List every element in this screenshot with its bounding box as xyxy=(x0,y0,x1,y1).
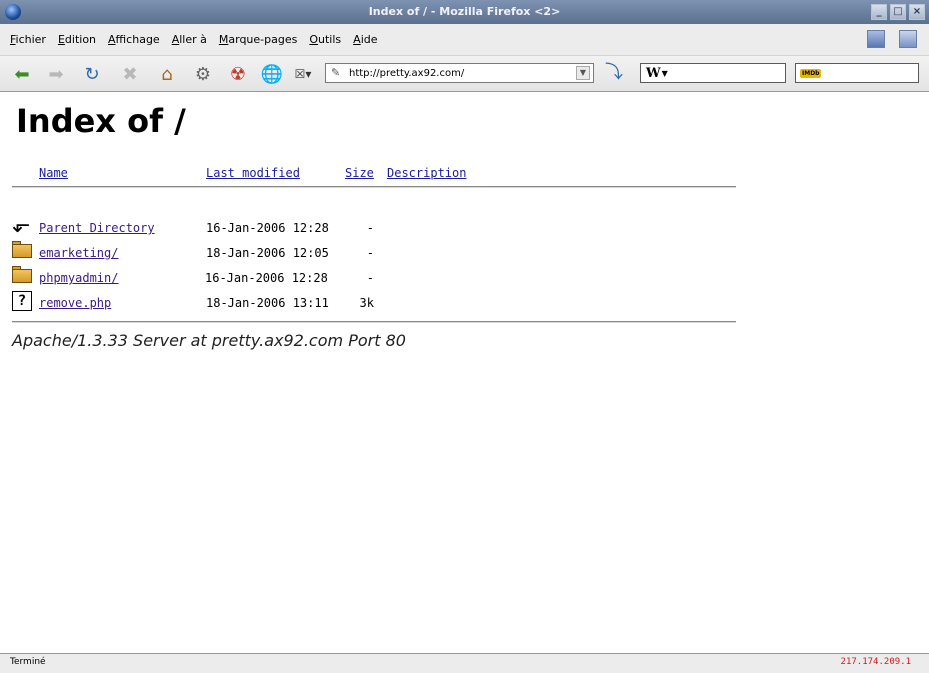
menu-aller-a[interactable]: Aller à xyxy=(166,33,213,46)
file-size: 3k xyxy=(359,296,374,310)
window-title: Index of / - Mozilla Firefox <2> xyxy=(368,5,561,18)
page-icon: ✎ xyxy=(331,66,341,79)
header-divider xyxy=(12,186,736,188)
folder-icon xyxy=(12,266,32,286)
imdb-logo: IMDb xyxy=(800,68,822,78)
imdb-search-bar[interactable]: IMDb xyxy=(795,63,919,83)
server-signature: Apache/1.3.33 Server at pretty.ax92.com … xyxy=(12,331,406,350)
firefox-globe-icon[interactable] xyxy=(5,4,21,20)
cancel-dropdown-icon[interactable]: ☒▾ xyxy=(290,63,316,85)
url-input[interactable]: http://pretty.ax92.com/ xyxy=(349,68,576,79)
file-size: - xyxy=(366,246,374,260)
list-item: emarketing/ 18-Jan-2006 12:05 - xyxy=(0,241,736,267)
back-arrow-icon: ⬐ xyxy=(12,213,31,238)
stop-icon[interactable]: ✖ xyxy=(118,63,142,85)
file-modified: 18-Jan-2006 13:11 xyxy=(206,296,329,310)
footer-divider xyxy=(12,321,736,323)
minimize-button[interactable]: _ xyxy=(871,4,887,20)
window-titlebar[interactable]: Index of / - Mozilla Firefox <2> _ □ × xyxy=(0,0,929,24)
file-size: - xyxy=(366,271,374,285)
gear-icon[interactable]: ⚙ xyxy=(191,63,215,85)
folder-icon xyxy=(12,241,32,261)
column-header-last-modified[interactable]: Last modified xyxy=(206,166,300,180)
menu-outils[interactable]: Outils xyxy=(303,33,347,46)
file-link[interactable]: phpmyadmin/ xyxy=(39,271,118,285)
maximize-button[interactable]: □ xyxy=(890,4,906,20)
unknown-file-icon: ? xyxy=(12,291,32,311)
menu-aide[interactable]: Aide xyxy=(347,33,383,46)
globe-icon[interactable]: 🌐 xyxy=(260,63,284,85)
column-header-description[interactable]: Description xyxy=(387,166,466,180)
url-bar[interactable]: ✎ http://pretty.ax92.com/ ▼ xyxy=(325,63,594,83)
extension-exit-icon[interactable] xyxy=(899,30,917,48)
file-size: - xyxy=(366,221,374,235)
file-link[interactable]: emarketing/ xyxy=(39,246,118,260)
back-arrow-icon[interactable]: ⬅ xyxy=(10,63,34,85)
file-modified: 16-Jan-2006 12:28 xyxy=(205,271,328,285)
menu-affichage[interactable]: Affichage xyxy=(102,33,166,46)
list-item: phpmyadmin/ 16-Jan-2006 12:28 - xyxy=(0,266,736,292)
reload-icon[interactable]: ↻ xyxy=(80,63,104,85)
page-title: Index of / xyxy=(16,102,186,140)
status-text: Terminé xyxy=(10,657,46,667)
search-engine-label[interactable]: W xyxy=(646,66,661,81)
close-window-button[interactable]: × xyxy=(909,4,925,20)
go-arrow-icon[interactable]: ⤵ xyxy=(603,63,625,83)
file-link[interactable]: Parent Directory xyxy=(39,221,155,235)
column-header-name[interactable]: Name xyxy=(39,166,68,180)
menu-edition[interactable]: Edition xyxy=(52,33,102,46)
file-modified: 18-Jan-2006 12:05 xyxy=(206,246,329,260)
search-engine-dropdown-icon[interactable]: ▼ xyxy=(662,69,668,78)
bug-icon[interactable]: ☢ xyxy=(226,63,250,85)
list-item: ? remove.php 18-Jan-2006 13:11 3k xyxy=(0,291,736,317)
column-header-size[interactable]: Size xyxy=(345,166,374,180)
search-bar[interactable]: W ▼ xyxy=(640,63,786,83)
menubar-extension-icons xyxy=(867,30,917,48)
window-controls: _ □ × xyxy=(871,4,925,20)
file-link[interactable]: remove.php xyxy=(39,296,111,310)
home-icon[interactable]: ⌂ xyxy=(155,63,179,85)
file-modified: 16-Jan-2006 12:28 xyxy=(206,221,329,235)
list-item: ⬐ Parent Directory 16-Jan-2006 12:28 - xyxy=(0,215,736,242)
ip-address: 217.174.209.1 xyxy=(840,657,911,667)
url-history-dropdown-icon[interactable]: ▼ xyxy=(576,66,590,80)
menu-fichier[interactable]: Fichier xyxy=(4,33,52,46)
page-content: Index of / Name Last modified Size Descr… xyxy=(0,93,929,653)
forward-arrow-icon[interactable]: ➡ xyxy=(44,63,68,85)
menu-bar: Fichier Edition Affichage Aller à Marque… xyxy=(0,24,929,56)
status-bar: Terminé 217.174.209.1 xyxy=(0,653,929,673)
extension-m-icon[interactable] xyxy=(867,30,885,48)
menu-marque-pages[interactable]: Marque-pages xyxy=(213,33,303,46)
